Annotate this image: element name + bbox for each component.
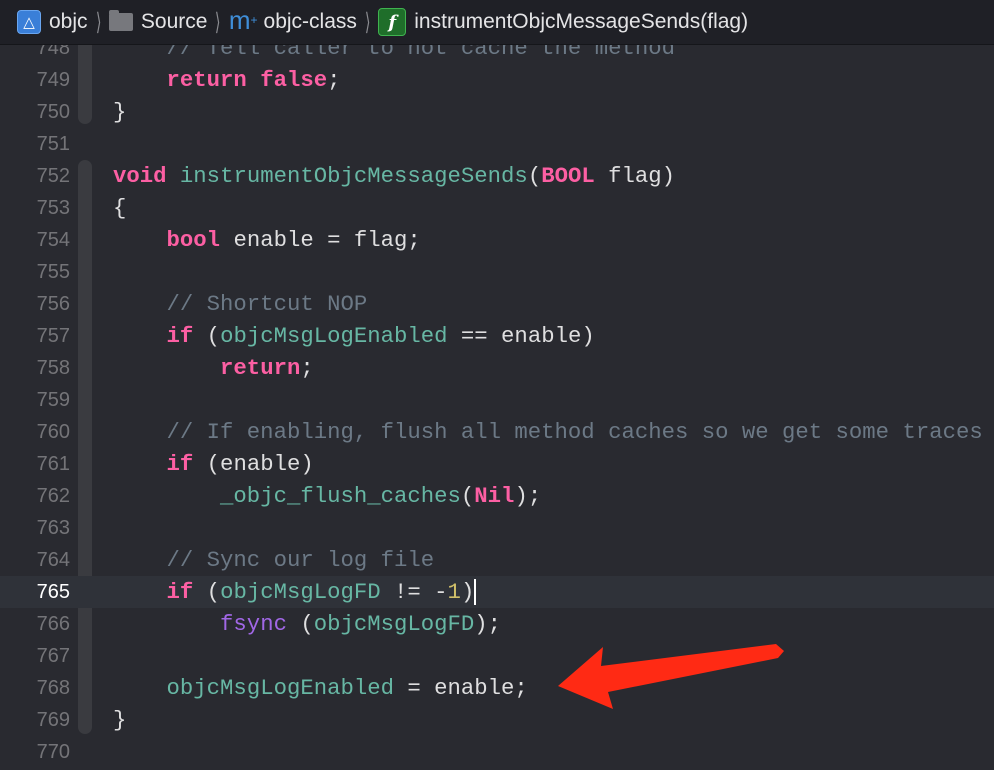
annotation-arrow — [558, 644, 784, 709]
red-arrow-icon — [558, 644, 784, 709]
